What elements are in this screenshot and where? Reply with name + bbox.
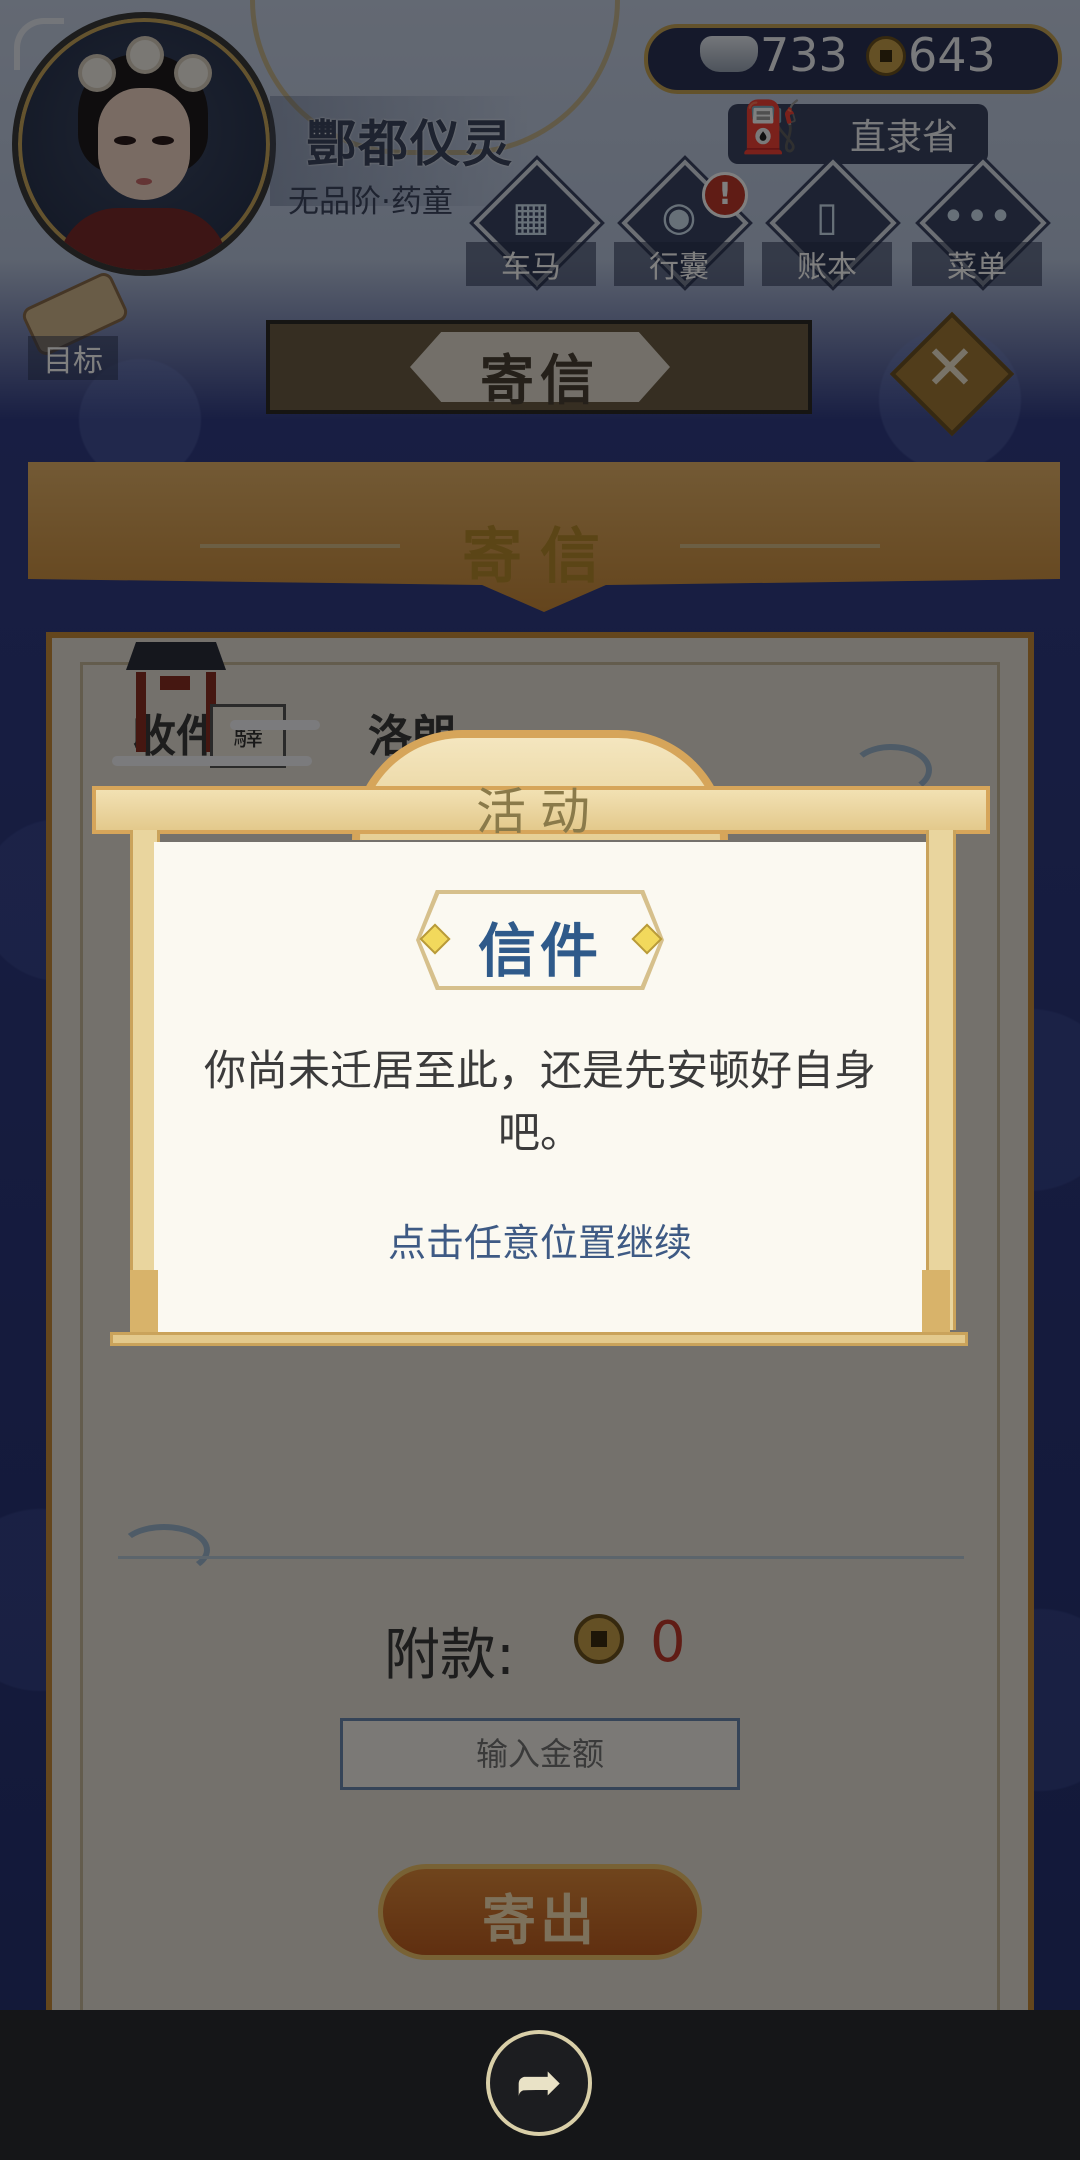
modal-tab-label: 活动 <box>476 783 604 841</box>
share-icon: ➦ <box>515 2050 563 2115</box>
modal-pillar-foot <box>130 1270 158 1332</box>
modal-pillar-foot <box>922 1270 950 1332</box>
modal-message: 你尚未迁居至此，还是先安顿好自身吧。 <box>203 1046 876 1157</box>
modal-title: 信件 <box>477 917 602 985</box>
modal-pillar <box>926 830 956 1330</box>
modal-base <box>110 1332 968 1346</box>
continue-hint: 点击任意位置继续 <box>387 1221 692 1265</box>
